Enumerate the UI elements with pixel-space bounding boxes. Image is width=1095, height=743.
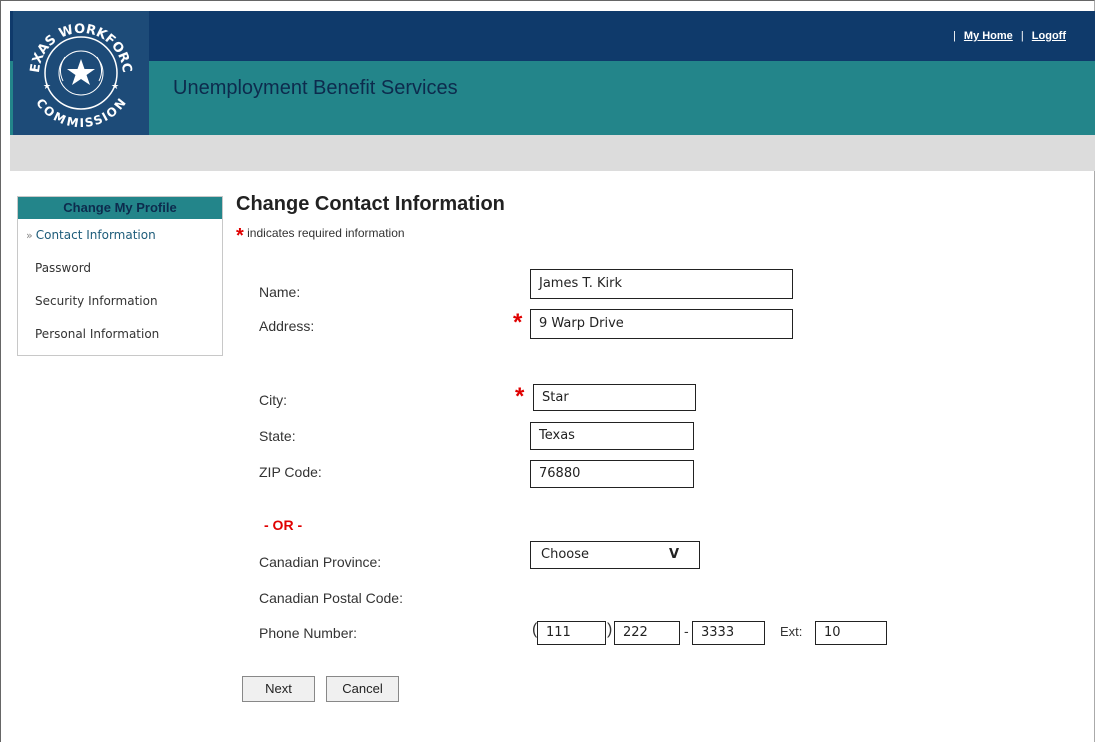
province-select[interactable]: Choose V — [530, 541, 700, 569]
page-title: Change Contact Information — [236, 193, 505, 215]
logoff-link[interactable]: Logoff — [1032, 30, 1066, 42]
top-links: | My Home | Logoff — [952, 30, 1066, 42]
phone-line-field[interactable]: 3333 — [692, 621, 765, 645]
name-field[interactable]: James T. Kirk — [530, 269, 793, 299]
phone-dash: - — [684, 623, 689, 639]
sidebar-title: Change My Profile — [18, 197, 222, 219]
sidebar-item-password[interactable]: Password — [18, 252, 222, 285]
zip-label: ZIP Code: — [259, 464, 322, 480]
required-note-text: indicates required information — [247, 226, 405, 240]
phone-prefix-field[interactable]: 222 — [614, 621, 680, 645]
sidebar-item-personal-information[interactable]: Personal Information — [18, 318, 222, 351]
paren-close: ) — [607, 621, 613, 638]
cancel-button[interactable]: Cancel — [326, 676, 399, 702]
sidebar-item-contact-information[interactable]: » Contact Information — [18, 219, 222, 252]
address-field[interactable]: 9 Warp Drive — [530, 309, 793, 339]
state-label: State: — [259, 428, 296, 444]
required-asterisk-icon: * — [236, 225, 244, 247]
postal-code-label: Canadian Postal Code: — [259, 590, 403, 606]
or-separator: - OR - — [264, 517, 303, 533]
sidebar-item-label: Security Information — [35, 294, 158, 308]
zip-field[interactable]: 76880 — [530, 460, 694, 488]
phone-label: Phone Number: — [259, 625, 358, 641]
state-field[interactable]: Texas — [530, 422, 694, 450]
seal-icon: TEXAS WORKFORCE COMMISSION ★ ★ — [9, 0, 135, 130]
phone-area-code-field[interactable]: 111 — [537, 621, 606, 645]
agency-logo: TEXAS WORKFORCE COMMISSION ★ ★ — [9, 0, 149, 135]
name-label: Name: — [259, 284, 301, 300]
city-label: City: — [259, 392, 287, 408]
svg-text:COMMISSION: COMMISSION — [33, 96, 128, 130]
svg-text:★: ★ — [43, 81, 51, 91]
required-note: * indicates required information — [236, 226, 405, 246]
required-asterisk-icon: * — [513, 309, 523, 336]
city-field[interactable]: Star — [533, 384, 696, 411]
next-button[interactable]: Next — [242, 676, 315, 702]
address-label: Address: — [259, 318, 315, 334]
header-top-bar — [10, 11, 1095, 61]
sidebar-item-security-information[interactable]: Security Information — [18, 285, 222, 318]
nav-bar — [10, 135, 1095, 171]
app-title: Unemployment Benefit Services — [173, 77, 458, 99]
required-asterisk-icon: * — [515, 383, 525, 410]
sidebar-item-label: Contact Information — [35, 228, 156, 242]
ext-field[interactable]: 10 — [815, 621, 887, 645]
province-label: Canadian Province: — [259, 554, 382, 570]
svg-text:★: ★ — [111, 81, 119, 91]
double-chevron-right-icon: » — [26, 229, 33, 242]
sidebar-item-label: Password — [35, 261, 92, 275]
chevron-down-icon: V — [668, 547, 679, 562]
sidebar-item-label: Personal Information — [35, 327, 160, 341]
ext-label: Ext: — [780, 624, 803, 639]
profile-sidebar: Change My Profile » Contact Information P… — [17, 196, 223, 356]
my-home-link[interactable]: My Home — [964, 30, 1013, 42]
province-select-value: Choose — [541, 547, 589, 562]
